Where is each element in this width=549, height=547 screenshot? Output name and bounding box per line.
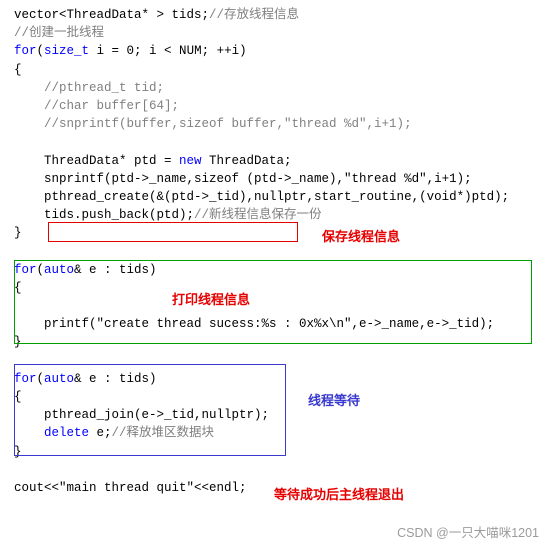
- code-token: }: [14, 226, 22, 241]
- code-token: e;: [89, 426, 112, 441]
- code-line: {: [14, 388, 544, 406]
- code-line: pthread_create(&(ptd->_tid),nullptr,star…: [14, 188, 544, 206]
- code-token: printf("create thread sucess:%s : 0x%x\n…: [14, 317, 495, 332]
- code-line: ThreadData* ptd = new ThreadData;: [14, 152, 544, 170]
- code-token: & e : tids): [74, 262, 157, 277]
- code-line: pthread_join(e->_tid,nullptr);: [14, 406, 544, 424]
- code-token: ThreadData;: [201, 153, 292, 168]
- code-token: pthread_create(&(ptd->_tid),nullptr,star…: [14, 189, 510, 204]
- code-token: (: [36, 371, 45, 386]
- code-token: //释放堆区数据块: [111, 426, 215, 441]
- code-line: {: [14, 279, 544, 297]
- code-token: auto: [44, 262, 75, 277]
- note-save-thread-info: 保存线程信息: [322, 229, 401, 244]
- code-token: //snprintf(buffer,sizeof buffer,"thread …: [14, 117, 412, 132]
- code-line: {: [14, 61, 544, 79]
- code-line: for(auto& e : tids): [14, 261, 544, 279]
- code-line: //创建一批线程: [14, 24, 544, 42]
- code-token: auto: [44, 371, 75, 386]
- note-main-exit: 等待成功后主线程退出: [274, 487, 405, 502]
- code-token: new: [179, 153, 202, 168]
- code-token: }: [14, 335, 22, 350]
- code-token: for: [14, 44, 37, 59]
- note-print-thread-info: 打印线程信息: [172, 292, 251, 307]
- code-token: tids.push_back(ptd);: [14, 208, 195, 223]
- code-line: }: [14, 443, 544, 461]
- code-token: cout<<"main thread quit"<<endl;: [14, 480, 247, 495]
- code-token: //存放线程信息: [209, 8, 300, 22]
- code-token: ThreadData* ptd =: [14, 153, 180, 168]
- code-token: {: [14, 62, 22, 77]
- code-token: //pthread_t tid;: [14, 80, 165, 95]
- code-token: {: [14, 389, 22, 404]
- screenshot-root: vector<ThreadData* > tids;//存放线程信息 //创建一批…: [0, 0, 549, 547]
- code-line: delete e;//释放堆区数据块: [14, 424, 544, 442]
- code-token: //创建一批线程: [14, 26, 105, 41]
- code-token: {: [14, 280, 22, 295]
- watermark-text: CSDN @一只大喵咪1201: [397, 526, 539, 540]
- code-token: for: [14, 371, 37, 386]
- code-line: snprintf(ptd->_name,sizeof (ptd->_name),…: [14, 170, 544, 188]
- code-line: for(auto& e : tids): [14, 370, 544, 388]
- code-token: //新线程信息保存一份: [194, 208, 322, 223]
- code-token: pthread_join(e->_tid,nullptr);: [14, 408, 270, 423]
- code-token: i = 0; i < NUM; ++i): [89, 44, 247, 59]
- code-line: //char buffer[64];: [14, 97, 544, 115]
- code-token: (: [36, 44, 45, 59]
- code-token: vector<ThreadData* > tids;: [14, 8, 210, 22]
- code-token: //char buffer[64];: [14, 98, 180, 113]
- code-token: delete: [44, 426, 90, 441]
- code-line: printf("create thread sucess:%s : 0x%x\n…: [14, 315, 544, 333]
- code-line: tids.push_back(ptd);//新线程信息保存一份: [14, 206, 544, 224]
- code-token: }: [14, 444, 22, 459]
- code-token: (: [36, 262, 45, 277]
- code-token: & e : tids): [74, 371, 157, 386]
- code-token: for: [14, 262, 37, 277]
- code-line: //pthread_t tid;: [14, 79, 544, 97]
- code-line: vector<ThreadData* > tids;//存放线程信息: [14, 6, 544, 24]
- code-token: snprintf(ptd->_name,sizeof (ptd->_name),…: [14, 171, 472, 186]
- code-token: size_t: [44, 44, 90, 59]
- code-line: }: [14, 333, 544, 351]
- code-line: //snprintf(buffer,sizeof buffer,"thread …: [14, 115, 544, 133]
- code-line: for(size_t i = 0; i < NUM; ++i): [14, 42, 544, 60]
- code-line: }: [14, 224, 544, 242]
- code-block: vector<ThreadData* > tids;//存放线程信息 //创建一批…: [14, 6, 544, 497]
- note-thread-wait: 线程等待: [308, 393, 361, 408]
